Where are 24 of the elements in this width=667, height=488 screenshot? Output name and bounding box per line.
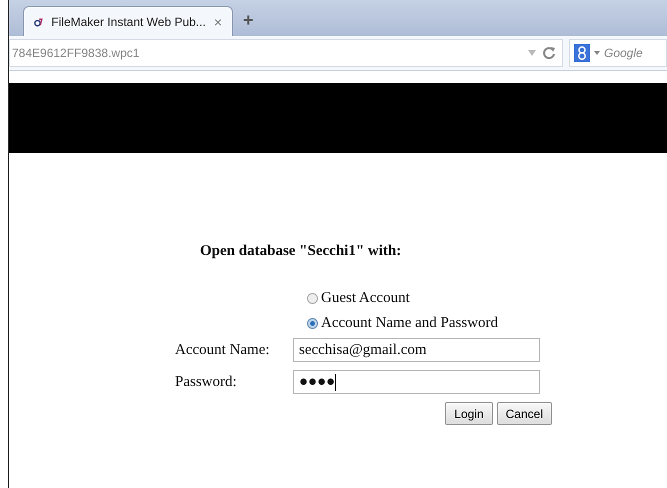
- radio-icon[interactable]: [307, 293, 318, 304]
- form-button[interactable]: Cancel: [496, 402, 552, 425]
- radio-icon[interactable]: [307, 318, 318, 329]
- reload-icon[interactable]: [542, 46, 556, 60]
- dropdown-icon[interactable]: [594, 51, 600, 55]
- new-tab-button[interactable]: +: [243, 10, 254, 30]
- field-label: Account Name:: [175, 342, 271, 358]
- radio-label: Guest Account: [321, 290, 410, 307]
- radio-option[interactable]: Guest Account: [307, 290, 667, 307]
- input-field[interactable]: secchisa@gmail.com: [293, 338, 540, 362]
- search-engine-name: Google: [604, 46, 643, 60]
- field-label: Password:: [175, 374, 238, 390]
- close-icon[interactable]: ×: [214, 14, 222, 30]
- login-heading: Open database "Secchi1" with:: [200, 243, 402, 260]
- address-field[interactable]: 784E9612FF9838.wpc1: [9, 39, 563, 67]
- browser-tab[interactable]: FileMaker Instant Web Pub... ×: [23, 6, 233, 36]
- tab-title: FileMaker Instant Web Pub...: [51, 14, 206, 28]
- radio-option[interactable]: Account Name and Password: [307, 315, 667, 332]
- dropdown-icon[interactable]: [528, 50, 536, 56]
- search-field[interactable]: Google: [569, 39, 667, 67]
- input-field[interactable]: ●●●●: [293, 370, 540, 394]
- form-button[interactable]: Login: [445, 402, 493, 425]
- google-plus-icon: [574, 44, 590, 62]
- radio-label: Account Name and Password: [321, 315, 498, 332]
